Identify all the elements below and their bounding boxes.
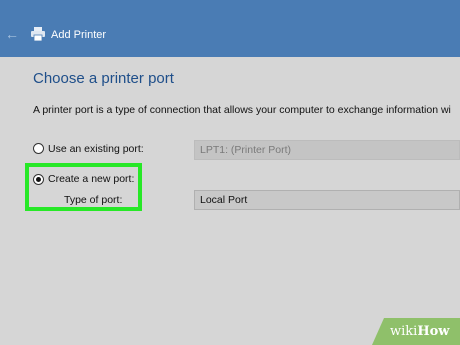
printer-icon	[31, 27, 45, 41]
title-bar: ← Add Printer	[0, 0, 460, 57]
window-title: Add Printer	[51, 29, 107, 41]
type-of-port-select[interactable]: Local Port	[194, 190, 460, 210]
use-existing-port-radio[interactable]	[33, 143, 44, 154]
watermark-logo: wikiHow	[372, 318, 460, 345]
page-description: A printer port is a type of connection t…	[33, 104, 451, 116]
use-existing-port-label: Use an existing port:	[48, 143, 144, 155]
highlight-box	[25, 163, 142, 211]
page-heading: Choose a printer port	[33, 70, 174, 87]
watermark-brand: wiki	[390, 324, 418, 339]
watermark-brand-bold: How	[417, 324, 450, 339]
existing-port-select: LPT1: (Printer Port)	[194, 140, 460, 160]
back-arrow-icon[interactable]: ←	[4, 26, 20, 42]
